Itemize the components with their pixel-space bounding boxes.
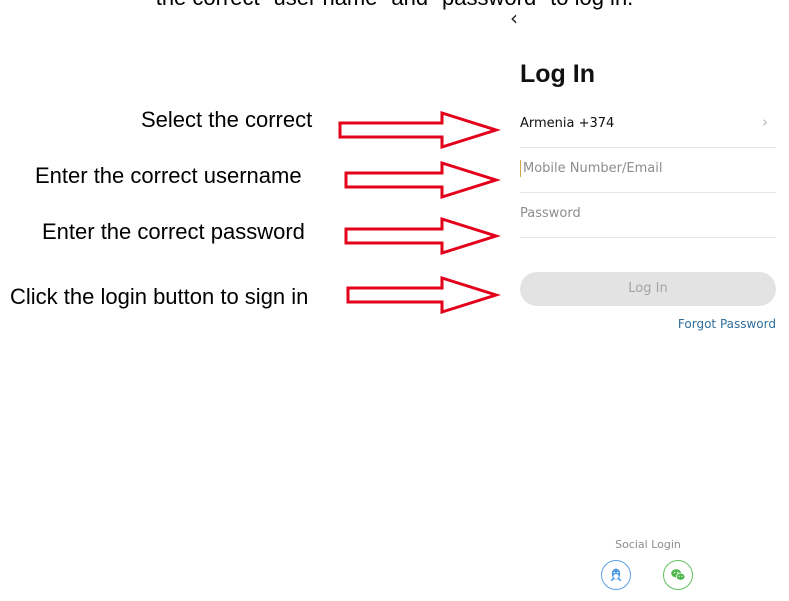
- chevron-right-icon: ›: [762, 113, 768, 131]
- right-arrow-icon: [344, 216, 501, 256]
- annotation-enter-username: Enter the correct username: [35, 163, 302, 188]
- password-field[interactable]: Password: [520, 192, 776, 238]
- qq-icon: [610, 568, 622, 581]
- top-caption: the correct "user name" and "password" t…: [0, 0, 789, 11]
- annotation-select-country: Select the correct: [141, 107, 313, 132]
- qq-login-button[interactable]: [601, 560, 631, 590]
- username-field[interactable]: Mobile Number/Email: [520, 147, 776, 193]
- right-arrow-icon: [344, 160, 501, 200]
- password-placeholder: Password: [520, 206, 581, 221]
- country-selector[interactable]: Armenia +374 ›: [520, 102, 776, 148]
- login-button[interactable]: Log In: [520, 272, 776, 306]
- chevron-left-icon[interactable]: ‹: [510, 6, 518, 30]
- text-cursor: [520, 160, 521, 177]
- right-arrow-icon: [346, 275, 501, 315]
- annotation-enter-password: Enter the correct password: [42, 219, 305, 244]
- username-placeholder: Mobile Number/Email: [523, 161, 663, 176]
- page-title: Log In: [520, 60, 595, 88]
- social-login-label: Social Login: [615, 538, 681, 551]
- forgot-password-link[interactable]: Forgot Password: [678, 317, 776, 331]
- annotation-click-login: Click the login button to sign in: [10, 284, 309, 309]
- wechat-login-button[interactable]: [663, 560, 693, 590]
- country-value: Armenia +374: [520, 116, 615, 131]
- right-arrow-icon: [338, 110, 501, 150]
- wechat-icon: [671, 569, 686, 581]
